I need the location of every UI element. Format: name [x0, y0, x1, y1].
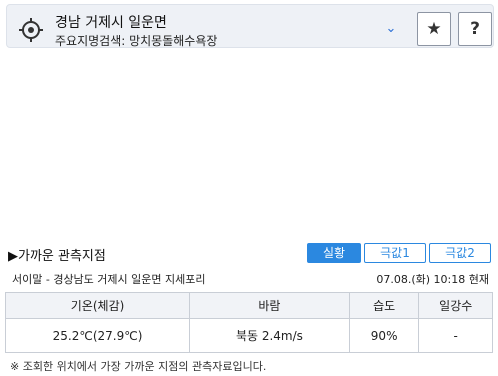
- landmark-search-text: 주요지명검색: 망치몽돌해수욕장: [55, 34, 218, 48]
- help-button[interactable]: ?: [458, 12, 492, 46]
- temperature-value: 25.2℃(27.9℃): [4, 318, 191, 353]
- precipitation-value: -: [418, 318, 493, 353]
- chevron-down-icon[interactable]: ⌄: [385, 22, 397, 35]
- station-name: 서이말 - 경상남도 거제시 일운면 지세포리: [12, 273, 206, 286]
- section-title: ▶가까운 관측지점: [8, 249, 106, 264]
- wind-value: 북동 2.4m/s: [189, 318, 350, 353]
- tab-extreme-1[interactable]: 극값1: [364, 243, 426, 263]
- col-precipitation: 일강수: [418, 292, 493, 319]
- col-humidity: 습도: [348, 292, 420, 319]
- tab-extreme-2[interactable]: 극값2: [429, 243, 491, 263]
- table-row: 25.2℃(27.9℃) 북동 2.4m/s 90% -: [4, 318, 493, 353]
- col-wind: 바람: [189, 292, 350, 319]
- region-name[interactable]: 경남 거제시 일운면: [55, 12, 167, 32]
- observation-table: 기온(체감) 바람 습도 일강수 25.2℃(27.9℃) 북동 2.4m/s …: [4, 292, 493, 353]
- crosshair-icon[interactable]: [19, 18, 43, 42]
- tab-current[interactable]: 실황: [307, 243, 361, 263]
- footnote: ※ 조회한 위치에서 가장 가까운 지점의 관측자료입니다.: [10, 360, 267, 373]
- location-bar: 경남 거제시 일운면 주요지명검색: 망치몽돌해수욕장 ⌄ ★ ?: [6, 4, 494, 48]
- table-header-row: 기온(체감) 바람 습도 일강수: [4, 292, 493, 319]
- col-temperature: 기온(체감): [4, 292, 191, 319]
- observation-time: 07.08.(화) 10:18 현재: [376, 273, 489, 286]
- humidity-value: 90%: [348, 318, 420, 353]
- favorite-button[interactable]: ★: [417, 12, 451, 46]
- star-icon: ★: [426, 19, 442, 39]
